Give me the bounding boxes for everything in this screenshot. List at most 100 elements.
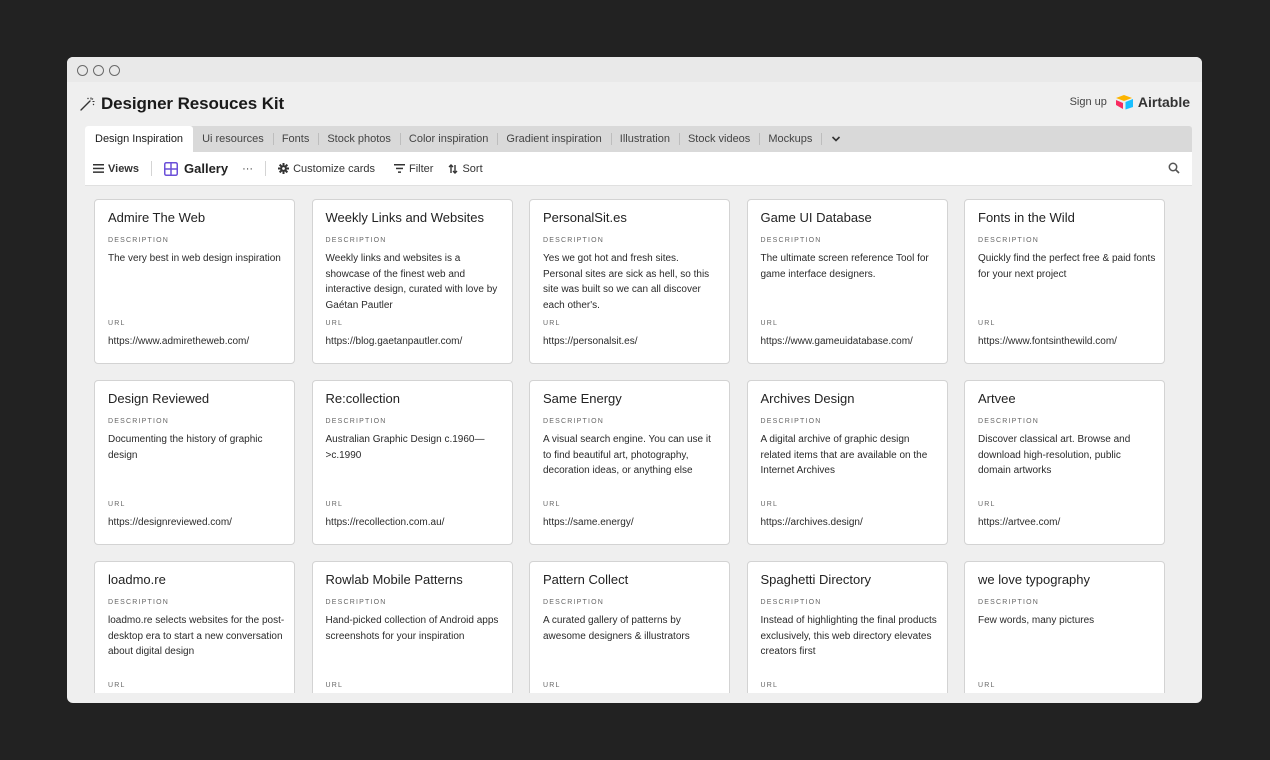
view-name: Gallery <box>184 161 229 176</box>
magic-wand-icon <box>80 97 95 111</box>
title-bar <box>67 57 1202 82</box>
base-title: Designer Resouces Kit <box>79 94 284 114</box>
more-options-icon: ··· <box>242 162 254 175</box>
url-field-label: URL <box>760 682 779 689</box>
record-card[interactable]: Spaghetti Directory DESCRIPTION Instead of… <box>746 561 948 693</box>
record-card[interactable]: Same Energy DESCRIPTION A visual search en… <box>529 380 730 545</box>
tab-illustration[interactable]: Illustration <box>610 126 679 152</box>
card-url[interactable]: https://www.fontsinthewild.com/ <box>978 336 1117 347</box>
card-description: A curated gallery of patterns by awesome… <box>543 615 690 642</box>
card-url[interactable]: https://personalsit.es/ <box>543 336 638 347</box>
record-card[interactable]: we love typography DESCRIPTION Few words, … <box>964 561 1165 693</box>
tab-stock-photos[interactable]: Stock photos <box>318 126 400 152</box>
sort-button[interactable]: Sort <box>448 163 483 175</box>
description-field-label: DESCRIPTION <box>543 599 605 606</box>
sort-icon <box>448 163 458 174</box>
airtable-logo[interactable]: Airtable <box>1115 94 1190 110</box>
card-description: loadmo.re selects websites for the post-… <box>108 615 285 657</box>
card-description: The ultimate screen reference Tool for g… <box>760 253 929 280</box>
url-field-label: URL <box>543 682 561 689</box>
sign-up-link[interactable]: Sign up <box>1070 96 1107 108</box>
card-description: Yes we got hot and fresh sites. Personal… <box>543 253 710 311</box>
tab-mockups[interactable]: Mockups <box>759 126 821 152</box>
base-header: Designer Resouces Kit Sign up Airtable <box>67 82 1202 126</box>
description-field-label: DESCRIPTION <box>108 418 170 425</box>
card-title: Artvee <box>978 391 1016 406</box>
tab-design-inspiration[interactable]: Design Inspiration <box>85 126 194 152</box>
record-card[interactable]: Artvee DESCRIPTION Discover classical art.… <box>964 380 1165 545</box>
tab-color-inspiration[interactable]: Color inspiration <box>399 126 497 152</box>
customize-cards-label: Customize cards <box>293 162 376 175</box>
card-url[interactable]: https://recollection.com.au/ <box>326 517 445 528</box>
maximize-window-button[interactable] <box>109 65 120 76</box>
description-field-label: DESCRIPTION <box>978 599 1040 606</box>
filter-label: Filter <box>409 162 434 175</box>
card-title: Admire The Web <box>108 210 206 225</box>
card-url[interactable]: https://designreviewed.com/ <box>108 517 232 528</box>
description-field-label: DESCRIPTION <box>978 418 1040 425</box>
url-field-label: URL <box>108 682 126 689</box>
views-label: Views <box>108 162 139 175</box>
url-field-label: URL <box>325 682 344 689</box>
tab-gradient-inspiration[interactable]: Gradient inspiration <box>497 126 610 152</box>
url-field-label: URL <box>543 501 561 508</box>
card-url[interactable]: https://archives.design/ <box>761 517 863 528</box>
card-title: Rowlab Mobile Patterns <box>325 572 463 587</box>
gear-icon <box>278 163 290 174</box>
filter-button[interactable]: Filter <box>394 163 433 175</box>
card-description: Weekly links and websites is a showcase … <box>325 253 498 311</box>
card-description: Australian Graphic Design c.1960—>c.1990 <box>325 434 485 461</box>
card-description: The very best in web design inspiration <box>108 253 281 264</box>
airtable-logo-icon <box>1115 95 1133 110</box>
app-window: Designer Resouces Kit Sign up Airtable D… <box>67 57 1202 703</box>
card-url[interactable]: https://same.energy/ <box>543 517 634 528</box>
airtable-wordmark: Airtable <box>1137 94 1190 110</box>
record-card[interactable]: Pattern Collect DESCRIPTION A curated gall… <box>529 561 730 693</box>
card-title: Spaghetti Directory <box>760 572 872 587</box>
record-card[interactable]: Admire The Web DESCRIPTION The very best i… <box>94 199 295 364</box>
record-card[interactable]: Fonts in the Wild DESCRIPTION Quickly find… <box>964 199 1165 364</box>
url-field-label: URL <box>325 501 344 508</box>
card-title: Re:collection <box>325 391 400 406</box>
view-options-button[interactable]: ··· <box>242 163 253 175</box>
minimize-window-button[interactable] <box>93 65 104 76</box>
description-field-label: DESCRIPTION <box>760 418 822 425</box>
views-button[interactable]: Views <box>93 163 139 175</box>
record-card[interactable]: Archives Design DESCRIPTION A digital arch… <box>746 380 948 545</box>
customize-cards-button[interactable]: Customize cards <box>278 163 375 175</box>
card-url[interactable]: https://www.admiretheweb.com/ <box>108 336 249 347</box>
header-actions: Sign up Airtable <box>1070 94 1190 110</box>
card-title: Pattern Collect <box>543 572 629 587</box>
more-tabs-button[interactable] <box>821 126 851 152</box>
view-toolbar: Views Gallery ··· Customize cards Filter… <box>85 152 1192 186</box>
record-card[interactable]: Design Reviewed DESCRIPTION Documenting th… <box>94 380 295 545</box>
card-url[interactable]: https://www.gameuidatabase.com/ <box>761 336 913 347</box>
url-field-label: URL <box>108 320 126 327</box>
card-title: Same Energy <box>543 391 622 406</box>
url-field-label: URL <box>760 501 779 508</box>
url-field-label: URL <box>978 682 996 689</box>
record-card[interactable]: Rowlab Mobile Patterns DESCRIPTION Hand-pi… <box>311 561 513 693</box>
search-button[interactable] <box>1168 162 1180 177</box>
tab-stock-videos[interactable]: Stock videos <box>678 126 759 152</box>
gallery-view-switcher[interactable]: Gallery <box>164 161 228 176</box>
card-description: A visual search engine. You can use it t… <box>543 434 711 476</box>
description-field-label: DESCRIPTION <box>543 418 605 425</box>
record-card[interactable]: Game UI Database DESCRIPTION The ultimate … <box>746 199 948 364</box>
card-url[interactable]: https://blog.gaetanpautler.com/ <box>326 336 463 347</box>
tab-fonts[interactable]: Fonts <box>272 126 319 152</box>
gallery-grid: Admire The Web DESCRIPTION The very best i… <box>94 199 1174 693</box>
description-field-label: DESCRIPTION <box>760 599 822 606</box>
description-field-label: DESCRIPTION <box>108 237 170 244</box>
card-title: Fonts in the Wild <box>978 210 1075 225</box>
close-window-button[interactable] <box>77 65 88 76</box>
card-description: Instead of highlighting the final produc… <box>760 615 937 657</box>
record-card[interactable]: Weekly Links and Websites DESCRIPTION Week… <box>311 199 513 364</box>
tab-ui-resources[interactable]: Ui resources <box>193 126 273 152</box>
record-card[interactable]: Re:collection DESCRIPTION Australian Graph… <box>311 380 513 545</box>
card-title: we love typography <box>978 572 1091 587</box>
card-url[interactable]: https://artvee.com/ <box>978 517 1060 528</box>
record-card[interactable]: PersonalSit.es DESCRIPTION Yes we got hot … <box>529 199 730 364</box>
record-card[interactable]: loadmo.re DESCRIPTION loadmo.re selects we… <box>94 561 295 693</box>
card-title: Design Reviewed <box>108 391 210 406</box>
